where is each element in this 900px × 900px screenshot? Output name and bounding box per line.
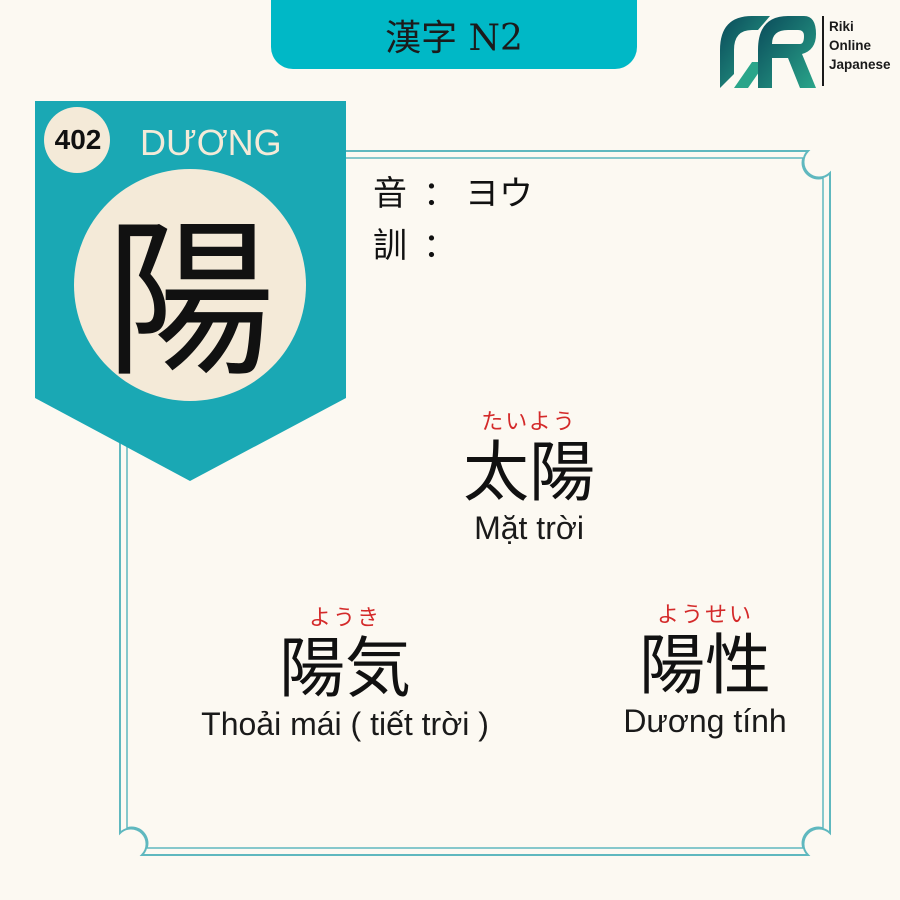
on-reading-row: 音 ： ヨウ: [373, 168, 533, 220]
vocab-furigana: たいよう: [481, 410, 577, 435]
on-colon: ：: [423, 174, 457, 214]
main-kanji: 陽: [104, 203, 275, 401]
kun-label: 訓: [373, 226, 407, 266]
vocab-item: たいよう 太陽 Mặt trời: [429, 404, 629, 547]
vocab-kanji: 太陽: [463, 434, 595, 511]
vocab-kanji: 陽気: [279, 630, 411, 707]
vocab-item: ようき 陽気 Thoải mái ( tiết trời ): [160, 600, 530, 743]
readings-block: 音 ： ヨウ 訓 ：: [373, 168, 533, 272]
vocab-item: ようせい 陽性 Dương tính: [580, 597, 830, 740]
vocab-meaning: Mặt trời: [474, 510, 584, 546]
vocab-meaning: Dương tính: [623, 703, 787, 739]
vocab-meaning: Thoải mái ( tiết trời ): [201, 706, 489, 742]
vocab-kanji: 陽性: [639, 627, 771, 704]
on-value: ヨウ: [465, 174, 533, 214]
vocab-furigana: ようき: [308, 606, 381, 631]
kanji-number: 402: [54, 124, 102, 155]
vocab-furigana: ようせい: [656, 603, 753, 628]
kun-colon: ：: [423, 226, 457, 266]
on-label: 音: [373, 174, 407, 214]
kun-reading-row: 訓 ：: [373, 220, 533, 272]
han-viet-reading: DƯƠNG: [140, 122, 282, 163]
